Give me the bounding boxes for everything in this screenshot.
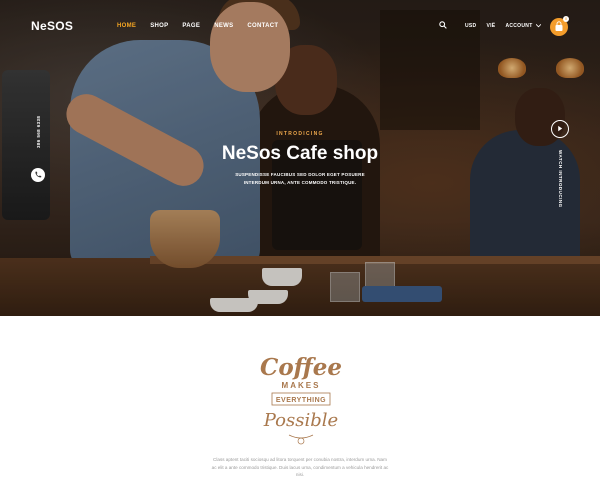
emblem-line-coffee: Coffee — [260, 354, 342, 381]
phone-icon — [35, 171, 42, 178]
utility-menu: USD VIЁ ACCOUNT — [465, 23, 542, 29]
about-description: Class aptent taciti sociosqu ad litora t… — [211, 457, 389, 477]
nav-page[interactable]: PAGE — [182, 23, 200, 29]
watch-introducing-link[interactable]: WATCH INTRODUCING — [558, 150, 563, 208]
play-video-button[interactable] — [551, 120, 569, 138]
search-icon[interactable] — [439, 21, 447, 29]
account-menu[interactable]: ACCOUNT — [505, 23, 542, 29]
hero-eyebrow: INTRODICING — [276, 131, 324, 137]
hero-banner: NeSOS HOME SHOP PAGE NEWS CONTACT USD VI… — [0, 0, 600, 316]
site-logo[interactable]: NeSOS — [31, 19, 73, 33]
phone-number: 386 568 6338 — [36, 115, 41, 148]
currency-selector[interactable]: USD — [465, 23, 476, 29]
nav-news[interactable]: NEWS — [214, 23, 233, 29]
play-icon — [558, 125, 563, 132]
nav-home[interactable]: HOME — [117, 23, 136, 29]
language-selector[interactable]: VIЁ — [486, 23, 495, 29]
nav-shop[interactable]: SHOP — [150, 23, 168, 29]
main-menu: HOME SHOP PAGE NEWS CONTACT — [117, 23, 278, 29]
chevron-down-icon — [535, 23, 542, 28]
emblem-line-everything: EVERYTHING — [276, 397, 326, 404]
hero-subtitle: SUSPENDISSE FAUCIBUS SED DOLOR EGET POSU… — [235, 172, 365, 185]
account-label: ACCOUNT — [505, 23, 533, 29]
phone-button[interactable] — [31, 168, 45, 182]
coffee-emblem: Coffee MAKES EVERYTHING Possible — [260, 354, 342, 445]
emblem-line-possible: Possible — [263, 410, 338, 431]
top-navigation: NeSOS HOME SHOP PAGE NEWS CONTACT USD VI… — [0, 0, 600, 52]
hero-title: NeSos Cafe shop — [221, 143, 379, 164]
cart-count-badge: 0 — [563, 16, 569, 22]
nav-contact[interactable]: CONTACT — [247, 23, 278, 29]
emblem-line-makes: MAKES — [282, 381, 321, 390]
